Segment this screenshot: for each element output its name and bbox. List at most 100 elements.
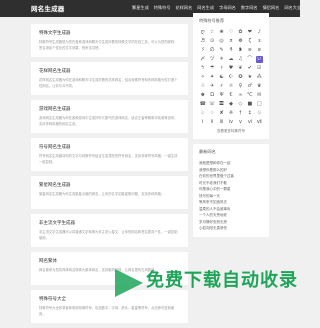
symbol-item[interactable]: ♧ bbox=[256, 110, 263, 117]
symbol-item[interactable]: Ψ bbox=[218, 92, 225, 99]
symbol-item[interactable]: ♢ bbox=[208, 110, 215, 117]
symbol-item[interactable]: ✧ bbox=[199, 74, 206, 81]
symbol-item[interactable]: ₰ bbox=[227, 47, 234, 54]
symbol-item[interactable]: ♯ bbox=[218, 65, 225, 72]
tool-card[interactable]: 花样网名生成器 花样网名生成器为你在游戏和聊天中生成好看的花样网名，结合特殊符号和… bbox=[31, 62, 188, 95]
symbol-item[interactable]: ■ bbox=[246, 101, 253, 108]
tool-card[interactable]: 繁星网名生成器 繁星网名生成器为你生成繁星点缀的网名，让你的名字如繁星般闪耀，支持… bbox=[31, 176, 188, 209]
symbol-item[interactable]: ʚ bbox=[246, 47, 253, 54]
symbol-item[interactable]: ぃ bbox=[255, 56, 263, 63]
symbol-item[interactable]: ☎ bbox=[199, 101, 206, 108]
symbol-item[interactable]: □ bbox=[256, 101, 263, 108]
more-symbols-link[interactable]: 查看更多特殊符号 bbox=[199, 129, 263, 134]
symbol-item[interactable]: ☀ bbox=[218, 56, 225, 63]
symbol-item[interactable]: ☁ bbox=[227, 56, 234, 63]
symbol-item[interactable]: ✉ bbox=[256, 92, 263, 99]
nav-item[interactable]: 数字网名 bbox=[241, 5, 258, 11]
tool-card[interactable]: 网名繁体 网名繁体为您将简体网名转换为繁体网名，支持繁简互转，让网名更有古风韵味。 bbox=[31, 252, 188, 285]
site-logo[interactable]: 网名生成器 bbox=[31, 3, 65, 13]
tool-card[interactable]: 符号网名生成器 符号网名生成器将你的文字与特殊符号结合生成漂亮的符号网名，支持多种… bbox=[31, 138, 188, 171]
nav-item[interactable]: 网名大全 bbox=[284, 5, 301, 11]
tool-card[interactable]: 非主流文字生成器 非主流文字生成器可以将普通文字转换为非主流火星文，让你的网名和签… bbox=[31, 214, 188, 247]
symbol-item[interactable]: ϟ bbox=[199, 65, 206, 72]
symbol-item[interactable]: ✎ bbox=[218, 47, 225, 54]
symbol-item[interactable]: ღ bbox=[199, 29, 206, 36]
symbol-item[interactable]: ◇ bbox=[237, 101, 244, 108]
symbol-item[interactable]: ♤ bbox=[199, 110, 206, 117]
symbol-item[interactable]: ⅵ bbox=[246, 119, 253, 126]
symbol-item[interactable]: ✈ bbox=[208, 83, 215, 90]
symbol-item[interactable]: ♡ bbox=[227, 29, 234, 36]
symbol-item[interactable]: ✔ bbox=[246, 65, 253, 72]
symbol-item[interactable]: ☑ bbox=[256, 65, 263, 72]
symbol-item[interactable]: ✪ bbox=[237, 74, 244, 81]
symbol-item[interactable]: 〆 bbox=[199, 56, 206, 63]
symbol-item[interactable]: ⅴ bbox=[237, 119, 244, 126]
symbol-item[interactable]: の bbox=[208, 47, 215, 54]
symbol-item[interactable]: ⅳ bbox=[227, 119, 234, 126]
nav-item[interactable]: 网名生成 bbox=[197, 5, 214, 11]
tool-title[interactable]: 非主流文字生成器 bbox=[39, 220, 180, 226]
symbol-item[interactable]: ヅ bbox=[208, 56, 215, 63]
symbol-item[interactable]: ⊙ bbox=[208, 38, 215, 45]
symbol-item[interactable]: ☂ bbox=[208, 65, 215, 72]
symbol-item[interactable]: ◎ bbox=[218, 38, 225, 45]
symbol-item[interactable]: ⅰ bbox=[199, 119, 206, 126]
symbol-item[interactable]: ¤ bbox=[227, 38, 234, 45]
symbol-item[interactable]: ◆ bbox=[227, 101, 234, 108]
symbol-item[interactable]: ζ bbox=[246, 38, 253, 45]
symbol-item[interactable]: ɞ bbox=[256, 47, 263, 54]
tool-title[interactable]: 特殊文字生成器 bbox=[39, 30, 180, 36]
symbol-item[interactable]: ✿ bbox=[237, 29, 244, 36]
symbol-item[interactable]: ★ bbox=[246, 74, 253, 81]
symbol-item[interactable]: ❥ bbox=[237, 47, 244, 54]
symbol-item[interactable]: ♫ bbox=[237, 56, 244, 63]
symbol-item[interactable]: ☆ bbox=[208, 29, 215, 36]
symbol-item[interactable]: ⅲ bbox=[218, 119, 225, 126]
symbol-item[interactable]: ♀ bbox=[237, 83, 244, 90]
symbol-item[interactable]: ∞ bbox=[237, 92, 244, 99]
symbol-item[interactable]: ✦ bbox=[208, 74, 215, 81]
tool-card[interactable]: 特殊文字生成器 特殊符号生成器是为您在各种游戏和聊天中生成好看的特殊文字的在线工具… bbox=[31, 24, 188, 57]
symbol-item[interactable]: ♬ bbox=[199, 38, 206, 45]
tool-title[interactable]: 花样网名生成器 bbox=[39, 68, 180, 74]
symbol-item[interactable]: ☃ bbox=[199, 83, 206, 90]
tool-card[interactable]: 游戏网名生成器 游戏网名生成器为你在各种游戏中生成好听又霸气的游戏网名，适合王者荣… bbox=[31, 100, 188, 133]
symbol-item[interactable]: ❀ bbox=[218, 29, 225, 36]
symbol-item[interactable]: з bbox=[256, 38, 263, 45]
tool-title[interactable]: 网名繁体 bbox=[39, 258, 180, 264]
tool-title[interactable]: 游戏网名生成器 bbox=[39, 106, 180, 112]
symbol-item[interactable]: ♚ bbox=[199, 92, 206, 99]
symbol-item[interactable]: ⅶ bbox=[256, 119, 263, 126]
tool-title[interactable]: 特殊符号大全 bbox=[39, 296, 180, 302]
symbol-item[interactable]: ❤ bbox=[246, 29, 253, 36]
nav-item[interactable]: 情侣网名 bbox=[263, 5, 280, 11]
nav-item[interactable]: 字母网名 bbox=[219, 5, 236, 11]
symbol-item[interactable]: ☪ bbox=[227, 74, 234, 81]
recent-item[interactable]: 心若向阳无畏悲伤 bbox=[199, 225, 263, 232]
symbol-item[interactable]: ♪ bbox=[256, 29, 263, 36]
symbol-item[interactable]: Ω bbox=[208, 92, 215, 99]
symbol-item[interactable]: ☏ bbox=[208, 101, 215, 108]
tool-title[interactable]: 繁星网名生成器 bbox=[39, 182, 180, 188]
symbol-item[interactable]: ♥ bbox=[227, 65, 234, 72]
symbol-item[interactable]: ♛ bbox=[256, 83, 263, 90]
symbol-item[interactable]: † bbox=[237, 110, 244, 117]
symbol-item[interactable]: ♂ bbox=[246, 83, 253, 90]
nav-item[interactable]: 花样网名 bbox=[176, 5, 193, 11]
symbol-item[interactable]: € bbox=[227, 92, 234, 99]
symbol-item[interactable]: ⁂ bbox=[256, 74, 263, 81]
symbol-item[interactable]: ⌒ bbox=[246, 56, 253, 63]
symbol-item[interactable]: 〓 bbox=[218, 101, 225, 108]
nav-item[interactable]: 特殊符号 bbox=[154, 5, 171, 11]
symbol-item[interactable]: ✘ bbox=[218, 110, 225, 117]
symbol-item[interactable]: ⅱ bbox=[208, 119, 215, 126]
symbol-item[interactable]: ❦ bbox=[237, 65, 244, 72]
symbol-item[interactable]: ‡ bbox=[246, 110, 253, 117]
symbol-item[interactable]: ☼ bbox=[227, 83, 234, 90]
tool-title[interactable]: 符号网名生成器 bbox=[39, 144, 180, 150]
tool-card[interactable]: 特殊符号大全 特殊符号大全收录各种常用特殊符号，包括数字、字母、箭头、星星等符号，… bbox=[31, 290, 188, 323]
nav-item[interactable]: 繁星生成 bbox=[132, 5, 149, 11]
symbol-item[interactable]: ℃ bbox=[246, 92, 253, 99]
symbol-item[interactable]: ⚡ bbox=[218, 83, 225, 90]
